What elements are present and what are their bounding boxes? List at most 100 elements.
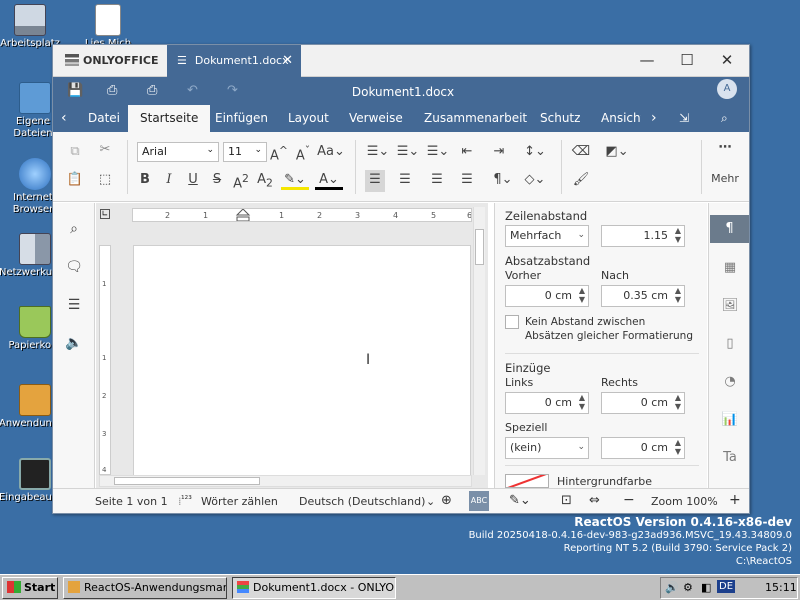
line-spacing-value-input[interactable]: 1.15 ▲ ▼	[601, 225, 685, 247]
align-left-icon[interactable]: ☰	[365, 170, 385, 192]
taskbar-item-app-manager[interactable]: ReactOS-Anwendungsmana...	[63, 577, 227, 599]
page-indicator[interactable]: Seite 1 von 1	[95, 495, 168, 508]
left-indent-input[interactable]: 0 cm ▲ ▼	[505, 392, 589, 414]
navigation-icon[interactable]: ☰	[64, 297, 84, 313]
spacing-before-input[interactable]: 0 cm ▲ ▼	[505, 285, 589, 307]
font-name-select[interactable]: Arial ⌄	[137, 142, 219, 162]
document-page[interactable]: I	[133, 245, 471, 485]
increase-indent-icon[interactable]: ⇥	[489, 144, 509, 159]
tab-layout[interactable]: Layout	[288, 105, 329, 132]
track-changes-icon[interactable]: ✎⌄	[509, 493, 531, 508]
paragraph-marks-icon[interactable]: ¶⌄	[489, 172, 517, 187]
scroll-thumb[interactable]	[475, 229, 484, 265]
spinner-icon[interactable]: ▲ ▼	[579, 286, 585, 304]
minimize-button[interactable]: —	[637, 51, 657, 69]
paste-icon[interactable]: 📋	[65, 172, 85, 187]
spinner-icon[interactable]: ▲ ▼	[579, 393, 585, 411]
paragraph-settings-icon[interactable]: ¶	[710, 215, 749, 243]
table-settings-icon[interactable]: ▦	[719, 257, 741, 279]
comments-icon[interactable]: 🗨	[64, 259, 84, 275]
search-icon[interactable]: ⌕	[721, 105, 728, 132]
font-size-select[interactable]: 11 ⌄	[223, 142, 267, 162]
taskbar-item-onlyoffice[interactable]: Dokument1.docx - ONLYOF...	[232, 577, 396, 599]
font-color-icon[interactable]: A⌄	[315, 172, 343, 190]
align-right-icon[interactable]: ☰	[427, 172, 447, 187]
scroll-left-icon[interactable]: ‹	[61, 105, 67, 132]
italic-icon[interactable]: I	[159, 172, 179, 187]
document-tab[interactable]: ☰ Dokument1.docx ✕	[167, 45, 301, 78]
undo-icon[interactable]: ↶	[187, 83, 198, 98]
chevron-down-icon[interactable]: ⌄	[426, 495, 435, 508]
tab-startseite[interactable]: Startseite	[128, 105, 211, 132]
horizontal-scrollbar[interactable]	[99, 475, 472, 487]
close-window-button[interactable]: ✕	[717, 51, 737, 69]
strikethrough-icon[interactable]: S	[207, 172, 227, 187]
color-scheme-icon[interactable]: ◩⌄	[603, 144, 631, 159]
volume-icon[interactable]: 🔊	[665, 581, 679, 594]
zoom-in-icon[interactable]: +	[729, 492, 741, 508]
superscript-icon[interactable]: A2	[231, 172, 251, 191]
more-label[interactable]: Mehr	[709, 172, 741, 185]
word-count-button[interactable]: Wörter zählen	[201, 495, 278, 508]
redo-icon[interactable]: ↷	[227, 83, 238, 98]
horizontal-ruler[interactable]: 2 1 1 2 3 4 5 6	[132, 208, 472, 222]
tab-ansicht[interactable]: Ansicht	[601, 105, 641, 132]
tab-stop-icon[interactable]: ∟	[100, 209, 110, 219]
right-indent-input[interactable]: 0 cm ▲ ▼	[601, 392, 685, 414]
desktop-icon-lies-mich[interactable]: Lies Mich	[72, 4, 144, 49]
search-icon[interactable]: ⌕	[64, 221, 84, 237]
fit-width-icon[interactable]: ⇔	[589, 493, 600, 508]
globe-icon[interactable]: ⊕	[441, 493, 452, 508]
image-settings-icon[interactable]: 🖼	[719, 295, 741, 317]
speaker-icon[interactable]: 🔈	[64, 335, 84, 351]
spinner-icon[interactable]: ▲ ▼	[675, 438, 681, 456]
cut-icon[interactable]: ✂	[95, 142, 115, 157]
decrease-font-icon[interactable]: Aˇ	[293, 144, 313, 163]
tab-verweise[interactable]: Verweise	[349, 105, 403, 132]
tab-datei[interactable]: Datei	[88, 105, 120, 132]
justify-icon[interactable]: ☰	[457, 172, 477, 187]
no-space-checkbox[interactable]	[505, 315, 519, 329]
header-footer-icon[interactable]: ▯	[719, 333, 741, 355]
align-center-icon[interactable]: ☰	[395, 172, 415, 187]
desktop-icon-arbeitsplatz[interactable]: Arbeitsplatz	[0, 4, 66, 49]
language-select[interactable]: Deutsch (Deutschland)	[299, 495, 425, 508]
language-indicator[interactable]: DE	[717, 580, 736, 593]
tab-zusammenarbeit[interactable]: Zusammenarbeit	[424, 105, 527, 132]
avatar[interactable]: A	[717, 79, 737, 99]
spinner-icon[interactable]: ▲ ▼	[675, 393, 681, 411]
numbering-icon[interactable]: ☰⌄	[395, 144, 421, 159]
line-spacing-icon[interactable]: ↕⌄	[521, 144, 549, 159]
select-all-icon[interactable]: ⬚	[95, 172, 115, 187]
spinner-icon[interactable]: ▲ ▼	[675, 286, 681, 304]
line-spacing-type-select[interactable]: Mehrfach ⌄	[505, 225, 589, 247]
spinner-icon[interactable]: ▲ ▼	[675, 226, 681, 244]
underline-icon[interactable]: U	[183, 172, 203, 187]
decrease-indent-icon[interactable]: ⇤	[457, 144, 477, 159]
network-tray-icon[interactable]: ⚙	[683, 581, 693, 594]
vertical-ruler[interactable]: 1 1 2 3 4	[99, 245, 111, 475]
increase-font-icon[interactable]: A^	[269, 144, 289, 163]
spell-check-icon[interactable]: ABC	[469, 491, 489, 511]
tray-icon[interactable]: ◧	[701, 581, 711, 594]
text-art-icon[interactable]: Ta	[719, 447, 741, 469]
print-icon[interactable]: ⎙	[107, 83, 117, 98]
background-color-swatch[interactable]	[505, 474, 549, 488]
bold-icon[interactable]: B	[135, 172, 155, 187]
open-location-icon[interactable]: ⇲	[679, 105, 689, 132]
spacing-after-input[interactable]: 0.35 cm ▲ ▼	[601, 285, 685, 307]
shape-settings-icon[interactable]: ◔	[719, 371, 741, 393]
copy-icon[interactable]: ⧉	[65, 144, 85, 159]
chart-settings-icon[interactable]: 📊	[719, 409, 741, 431]
vertical-scrollbar[interactable]	[473, 207, 485, 475]
scroll-right-icon[interactable]: ›	[651, 105, 657, 132]
save-icon[interactable]: 💾	[67, 83, 83, 98]
copy-style-icon[interactable]: 🖌	[571, 172, 591, 187]
more-icon[interactable]: ⋯	[713, 140, 737, 155]
quick-print-icon[interactable]: ⎙	[147, 83, 157, 98]
tab-einfuegen[interactable]: Einfügen	[215, 105, 268, 132]
special-indent-select[interactable]: (kein) ⌄	[505, 437, 589, 459]
subscript-icon[interactable]: A2	[255, 172, 275, 190]
highlight-icon[interactable]: ✎⌄	[281, 172, 309, 190]
clock[interactable]: 15:11	[765, 581, 797, 594]
